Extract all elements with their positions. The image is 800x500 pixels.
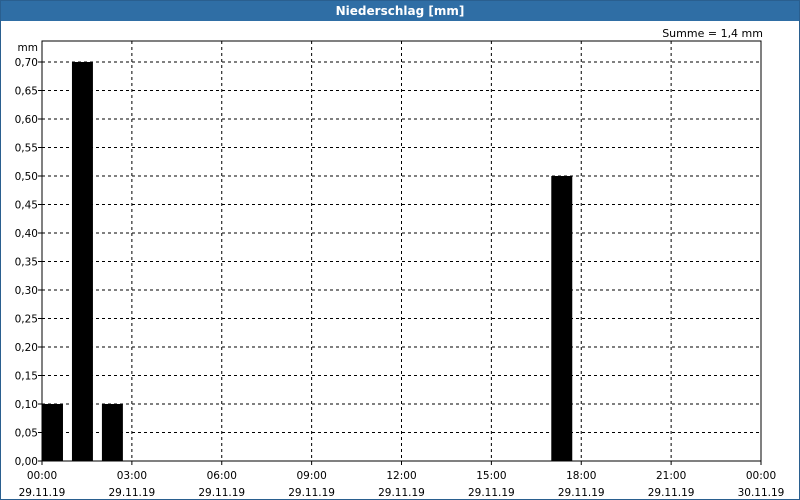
y-tick-label: 0,30 <box>15 285 38 297</box>
x-tick-label-date: 30.11.19 <box>738 487 785 499</box>
x-tick-label-time: 21:00 <box>656 470 686 482</box>
precipitation-chart: 0,00 0,05 0,10 0,15 0,20 0,25 0,30 0,35 0,40 0,45… <box>15 40 785 499</box>
y-tick-label: 0,65 <box>15 86 38 98</box>
precipitation-bar <box>42 404 63 461</box>
y-tick-label: 0,15 <box>15 371 38 383</box>
x-tick-label-time: 18:00 <box>566 470 596 482</box>
precipitation-bar <box>71 62 93 461</box>
x-tick-label-time: 09:00 <box>296 470 326 482</box>
precipitation-bar <box>551 176 573 461</box>
x-tick-label-time: 00:00 <box>27 470 57 482</box>
y-tick-label: 0,50 <box>15 171 38 183</box>
x-tick-label-time: 15:00 <box>476 470 506 482</box>
y-tick-label: 0,25 <box>15 314 38 326</box>
y-tick-label: 0,40 <box>15 228 38 240</box>
y-tick-label: 0,60 <box>15 114 38 126</box>
x-tick-label-time: 12:00 <box>386 470 416 482</box>
x-tick-label-date: 29.11.19 <box>288 487 335 499</box>
x-tick-label-date: 29.11.19 <box>108 487 155 499</box>
y-tick-label: 0,70 <box>15 57 38 69</box>
precipitation-bar <box>101 404 123 461</box>
x-tick-label-time: 06:00 <box>207 470 237 482</box>
x-tick-label-time: 03:00 <box>117 470 147 482</box>
chart-window: Niederschlag [mm] Summe = 1,4 mm 0,00 0,0… <box>0 0 800 500</box>
y-tick-label: 0,05 <box>15 428 38 440</box>
x-tick-label-date: 29.11.19 <box>648 487 695 499</box>
y-axis: 0,00 0,05 0,10 0,15 0,20 0,25 0,30 0,35 0,40 0,45… <box>15 42 42 468</box>
y-tick-label: 0,10 <box>15 399 38 411</box>
grid-lines <box>42 41 761 461</box>
x-tick-label-date: 29.11.19 <box>558 487 605 499</box>
x-tick-label-date: 29.11.19 <box>19 487 66 499</box>
x-tick-label-date: 29.11.19 <box>378 487 425 499</box>
y-tick-label: 0,35 <box>15 257 38 269</box>
y-tick-label: 0,45 <box>15 200 38 212</box>
x-tick-label-date: 29.11.19 <box>468 487 515 499</box>
x-tick-label-time: 00:00 <box>746 470 776 482</box>
y-axis-label: mm <box>18 42 38 54</box>
y-tick-label: 0,20 <box>15 342 38 354</box>
y-tick-label: 0,00 <box>15 456 38 468</box>
x-axis: 00:00 29.11.19 03:00 29.11.19 06:00 29.11.19 0… <box>19 461 785 499</box>
x-tick-label-date: 29.11.19 <box>198 487 245 499</box>
y-tick-label: 0,55 <box>15 143 38 155</box>
